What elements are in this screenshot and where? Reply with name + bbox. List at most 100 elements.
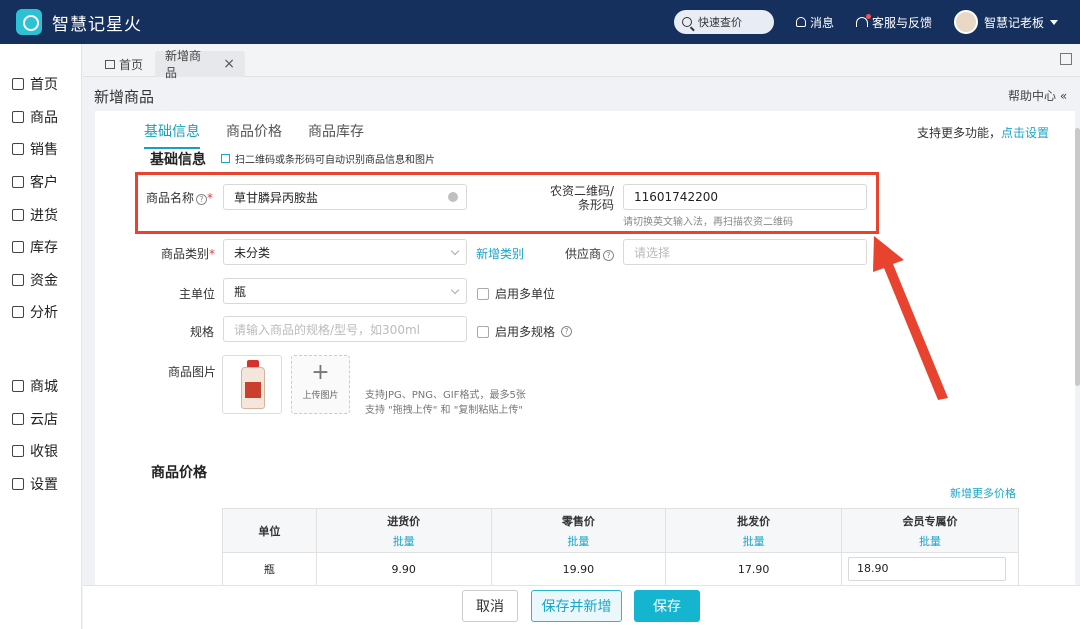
scan-hint-text: 扫二维码或条形码可自动识别商品信息和图片 (235, 155, 435, 166)
batch-link-wholesale[interactable]: 批量 (666, 533, 841, 549)
home-icon (105, 59, 115, 69)
sidebar-item-customer[interactable]: 客户 (0, 166, 81, 199)
sidebar-item-label: 销售 (30, 142, 58, 159)
upload-image-button[interactable]: + 上传图片 (291, 355, 350, 414)
goods-icon (12, 110, 24, 123)
header-label: 零售价 (561, 514, 595, 528)
tab-product-price[interactable]: 商品价格 (226, 121, 282, 149)
image-label: 商品图片 (168, 365, 217, 379)
add-more-price-link[interactable]: 新增更多价格 (950, 485, 1016, 501)
category-label: 商品类别* (161, 245, 215, 262)
scan-icon (221, 154, 230, 163)
batch-link-member[interactable]: 批量 (842, 533, 1018, 549)
save-button[interactable]: 保存 (634, 590, 700, 622)
supplier-placeholder: 请选择 (634, 245, 671, 260)
fund-icon (12, 273, 24, 286)
header-label: 单位 (258, 524, 281, 538)
sidebar-item-settings[interactable]: 设置 (0, 468, 81, 501)
sidebar-item-home[interactable]: 首页 (0, 68, 81, 101)
expand-icon[interactable] (1060, 53, 1072, 65)
multi-spec-label: 启用多规格 (495, 325, 556, 339)
quick-search-button[interactable]: 快速查价 (673, 10, 774, 34)
support-button[interactable]: 客服与反馈 (855, 14, 932, 31)
spec-placeholder: 请输入商品的规格/型号，如300ml (234, 322, 420, 337)
cell-retail-price[interactable]: 19.90 (490, 552, 667, 586)
basic-info-title: 基础信息 (150, 152, 206, 168)
user-menu[interactable]: 智慧记老板 (953, 10, 1058, 34)
more-functions: 支持更多功能，点击设置 (917, 124, 1049, 141)
header-unit: 单位 (222, 508, 317, 553)
batch-link-retail[interactable]: 批量 (492, 533, 666, 549)
supplier-label-text: 供应商 (565, 247, 602, 261)
sidebar-item-purchase[interactable]: 进货 (0, 198, 81, 231)
messages-label: 消息 (809, 15, 834, 30)
sidebar-item-stock[interactable]: 库存 (0, 231, 81, 264)
analysis-icon (12, 306, 24, 319)
sidebar-item-cloud-store[interactable]: 云店 (0, 402, 81, 435)
mall-icon (12, 380, 24, 393)
add-category-link[interactable]: 新增类别 (476, 245, 524, 262)
stock-icon (12, 241, 24, 254)
close-icon[interactable]: × (223, 56, 235, 72)
arrow-shape (873, 236, 948, 400)
batch-link-purchase[interactable]: 批量 (317, 533, 491, 549)
plus-icon: + (311, 360, 330, 385)
header-label: 会员专属价 (902, 514, 958, 528)
sub-tabs: 基础信息 商品价格 商品库存 (144, 121, 390, 149)
image-hint-upload: 支持 "拖拽上传" 和 "复制粘贴上传" (365, 405, 523, 416)
page-title: 新增商品 (94, 88, 155, 106)
sidebar-item-label: 商城 (30, 379, 58, 396)
tab-add-product[interactable]: 新增商品 × (155, 49, 245, 80)
tab-basic-info[interactable]: 基础信息 (144, 121, 200, 149)
header-label: 进货价 (387, 514, 421, 528)
unit-select[interactable]: 瓶 (223, 278, 467, 304)
sidebar-item-sales[interactable]: 销售 (0, 133, 81, 166)
multi-spec-checkbox[interactable]: 启用多规格 ? (477, 323, 573, 340)
checkbox-icon (477, 287, 489, 300)
help-icon[interactable]: ? (603, 250, 615, 261)
sidebar-item-cashier[interactable]: 收银 (0, 435, 81, 468)
supplier-label: 供应商? (565, 245, 615, 262)
save-and-new-button[interactable]: 保存并新增 (531, 590, 622, 622)
top-bar: 智慧记星火 快速查价 消息 客服与反馈 智慧记老板 (0, 0, 1080, 44)
cell-purchase-price[interactable]: 9.90 (315, 552, 492, 586)
sidebar-item-goods[interactable]: 商品 (0, 101, 81, 134)
table-header-row: 单位 进货价 批量 零售价 批量 批发价 批量 会员专属价 批量 (222, 508, 1020, 553)
headset-icon (855, 14, 871, 27)
settings-icon (12, 477, 24, 490)
supplier-select[interactable]: 请选择 (623, 239, 867, 265)
cell-wholesale-price[interactable]: 17.90 (665, 552, 842, 586)
sidebar-item-label: 收银 (30, 444, 58, 461)
unit-label: 主单位 (179, 287, 216, 301)
sidebar-item-label: 商品 (30, 109, 58, 126)
product-image-thumbnail[interactable] (222, 355, 282, 414)
tab-add-product-label: 新增商品 (165, 49, 202, 80)
sidebar-item-label: 库存 (30, 240, 58, 257)
member-price-input[interactable]: 18.90 (847, 557, 1006, 581)
messages-button[interactable]: 消息 (795, 14, 834, 31)
spec-input[interactable]: 请输入商品的规格/型号，如300ml (223, 316, 467, 342)
category-select[interactable]: 未分类 (223, 239, 467, 265)
help-icon[interactable]: ? (561, 326, 573, 337)
support-label: 客服与反馈 (871, 15, 932, 30)
cancel-button[interactable]: 取消 (462, 590, 518, 622)
bottle-label (245, 382, 261, 398)
category-label-text: 商品类别 (161, 247, 210, 261)
help-center-link[interactable]: 帮助中心 « (1008, 87, 1067, 104)
sidebar-item-fund[interactable]: 资金 (0, 264, 81, 297)
more-functions-text: 支持更多功能， (917, 126, 1002, 140)
tab-product-stock[interactable]: 商品库存 (308, 121, 364, 149)
multi-unit-checkbox[interactable]: 启用多单位 (477, 285, 555, 302)
bottle-body (241, 367, 265, 409)
checkbox-icon (477, 325, 489, 338)
sidebar-item-analysis[interactable]: 分析 (0, 296, 81, 329)
sidebar-item-label: 资金 (30, 272, 58, 289)
sidebar-item-mall[interactable]: 商城 (0, 370, 81, 403)
settings-link[interactable]: 点击设置 (1001, 126, 1049, 140)
header-member-price: 会员专属价 批量 (840, 508, 1020, 553)
app-logo[interactable]: 智慧记星火 (16, 9, 142, 35)
tab-home[interactable]: 首页 (95, 51, 153, 77)
sidebar-item-label: 进货 (30, 207, 58, 224)
scrollbar[interactable] (1075, 128, 1080, 386)
chevron-down-icon (450, 285, 460, 295)
